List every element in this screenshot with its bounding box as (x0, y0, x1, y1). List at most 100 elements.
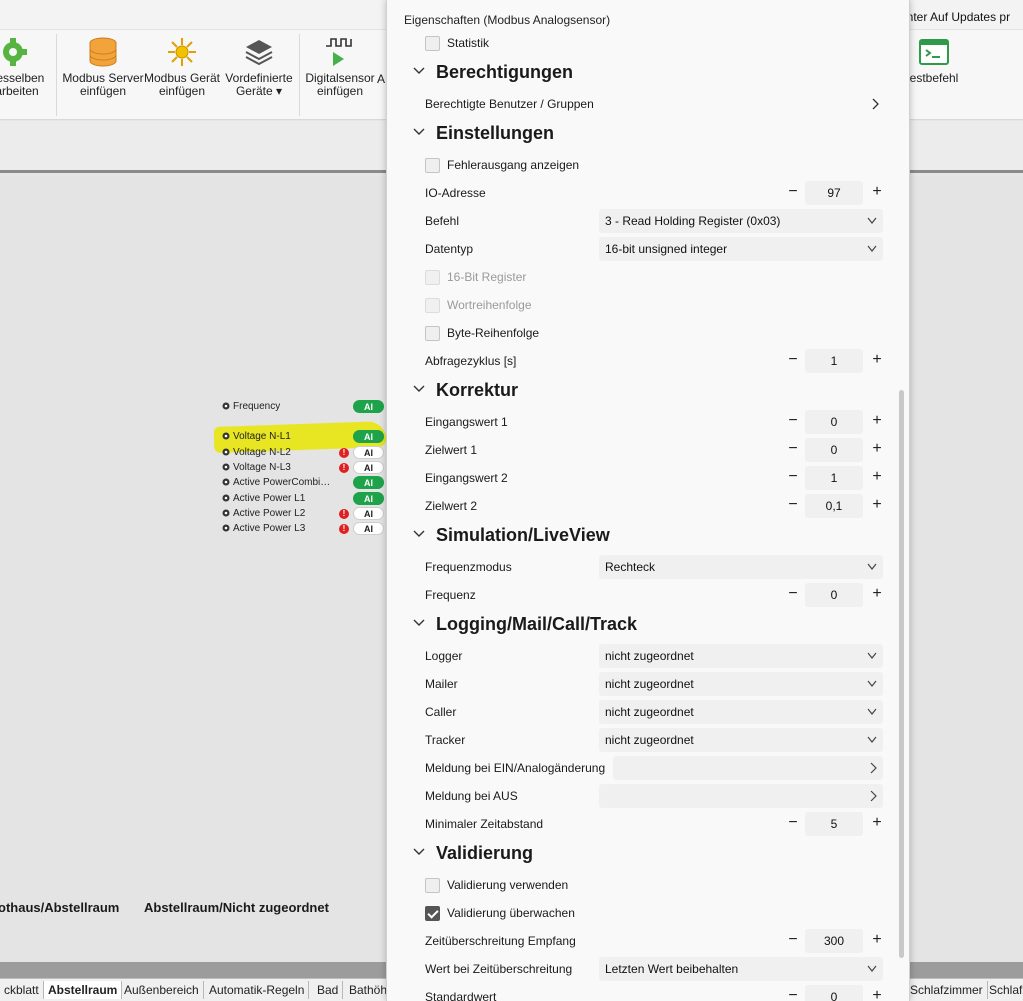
frequenzmodus-dropdown[interactable]: Rechteck (599, 555, 883, 579)
tab-automatik-regeln[interactable]: Automatik-Regeln (205, 981, 310, 999)
fehlerausgang-option[interactable]: Fehlerausgang anzeigen (425, 153, 885, 177)
fehlerausgang-checkbox[interactable] (425, 158, 440, 173)
sensor-row-frequency[interactable]: Frequency AI (217, 400, 385, 414)
console-icon (919, 39, 949, 65)
validierung-ueberwachen-option[interactable]: Validierung überwachen (425, 901, 885, 925)
tab-schlafz[interactable]: Schlafz (985, 981, 1023, 999)
top-right-menu[interactable]: enter Auf Updates pr (900, 10, 1010, 24)
warning-icon: ! (339, 509, 349, 519)
decrement-button[interactable]: − (785, 583, 801, 607)
decrement-button[interactable]: − (785, 438, 801, 462)
sensor-row-active-power-l2[interactable]: Active Power L2 ! AI (217, 507, 385, 521)
decrement-button[interactable]: − (785, 181, 801, 205)
decrement-button[interactable]: − (785, 812, 801, 836)
increment-button[interactable]: + (869, 181, 885, 205)
validierung-ueberwachen-checkbox[interactable] (425, 906, 440, 921)
minimaler-zeitabstand-input[interactable]: 5 (805, 812, 863, 836)
abfragezyklus-row: Abfragezyklus [s] − 1 + (425, 349, 885, 373)
mailer-row: Mailer nicht zugeordnet (425, 672, 885, 696)
chevron-down-icon (413, 530, 425, 537)
standardwert-row: Standardwert − 0 + (425, 985, 885, 1001)
increment-button[interactable]: + (869, 494, 885, 518)
chevron-down-icon (413, 619, 425, 626)
decrement-button[interactable]: − (785, 466, 801, 490)
chevron-right-icon (870, 790, 877, 802)
abfragezyklus-input[interactable]: 1 (805, 349, 863, 373)
decrement-button[interactable]: − (785, 929, 801, 953)
increment-button[interactable]: + (869, 349, 885, 373)
digital-sensor-insert-button[interactable]: Digitalsensor einfügen (302, 36, 378, 98)
io-adresse-input[interactable]: 97 (805, 181, 863, 205)
tab-schlafzimmer[interactable]: Schlafzimmer (906, 981, 988, 999)
statistik-option[interactable]: Statistik (425, 31, 885, 55)
io-adresse-row: IO-Adresse − 97 + (425, 181, 885, 205)
berechtigte-benutzer-row[interactable]: Berechtigte Benutzer / Gruppen (425, 92, 885, 116)
wert-bei-zeitueberschreitung-dropdown[interactable]: Letzten Wert beibehalten (599, 957, 883, 981)
validierung-verwenden-checkbox[interactable] (425, 878, 440, 893)
increment-button[interactable]: + (869, 985, 885, 1001)
sensor-row-active-power-l1[interactable]: Active Power L1 AI (217, 492, 385, 506)
tab-abstellraum[interactable]: Abstellraum (44, 981, 123, 999)
tab-bathoeh[interactable]: Bathöh (345, 981, 393, 999)
predefined-devices-button[interactable]: Vordefinierte Geräte ▾ (222, 36, 296, 98)
sensor-row-voltage-n-l3[interactable]: Voltage N-L3 ! AI (217, 461, 385, 475)
gear-icon (222, 402, 230, 410)
ai-badge: AI (353, 400, 384, 413)
increment-button[interactable]: + (869, 583, 885, 607)
logger-dropdown[interactable]: nicht zugeordnet (599, 644, 883, 668)
properties-panel: Eigenschaften (Modbus Analogsensor) Stat… (386, 0, 910, 1001)
tab-deckblatt[interactable]: ckblatt (0, 981, 44, 999)
increment-button[interactable]: + (869, 410, 885, 434)
zielwert1-input[interactable]: 0 (805, 438, 863, 462)
frequenz-input[interactable]: 0 (805, 583, 863, 607)
caller-dropdown[interactable]: nicht zugeordnet (599, 700, 883, 724)
statistik-checkbox[interactable] (425, 36, 440, 51)
meldung-ein-selector[interactable] (613, 756, 883, 780)
panel-scrollbar[interactable] (899, 390, 904, 958)
sensor-row-voltage-n-l2[interactable]: Voltage N-L2 ! AI (217, 446, 385, 460)
chevron-down-icon (413, 128, 425, 135)
eingangswert1-input[interactable]: 0 (805, 410, 863, 434)
zielwert2-input[interactable]: 0,1 (805, 494, 863, 518)
sensor-row-active-power-l3[interactable]: Active Power L3 ! AI (217, 522, 385, 536)
validierung-verwenden-option[interactable]: Validierung verwenden (425, 873, 885, 897)
modbus-server-insert-button[interactable]: Modbus Server einfügen (62, 36, 144, 98)
ai-badge: AI (353, 492, 384, 505)
decrement-button[interactable]: − (785, 985, 801, 1001)
modbus-device-insert-button[interactable]: Modbus Gerät einfügen (143, 36, 221, 98)
test-command-button[interactable]: estbefehl (906, 36, 962, 85)
tracker-dropdown[interactable]: nicht zugeordnet (599, 728, 883, 752)
increment-button[interactable]: + (869, 438, 885, 462)
standardwert-input[interactable]: 0 (805, 985, 863, 1001)
meldung-aus-row: Meldung bei AUS (425, 784, 885, 808)
warning-icon: ! (339, 463, 349, 473)
eingangswert2-input[interactable]: 1 (805, 466, 863, 490)
gear-icon (222, 509, 230, 517)
mailer-dropdown[interactable]: nicht zugeordnet (599, 672, 883, 696)
increment-button[interactable]: + (869, 812, 885, 836)
byte-reihenfolge-option[interactable]: Byte-Reihenfolge (425, 321, 885, 345)
chevron-down-icon (413, 385, 425, 392)
edit-same-button[interactable]: desselben arbeiten (0, 36, 48, 98)
befehl-dropdown[interactable]: 3 - Read Holding Register (0x03) (599, 209, 883, 233)
byte-reihenfolge-checkbox[interactable] (425, 326, 440, 341)
caller-row: Caller nicht zugeordnet (425, 700, 885, 724)
tab-bad[interactable]: Bad (313, 981, 344, 999)
increment-button[interactable]: + (869, 929, 885, 953)
warning-icon: ! (339, 448, 349, 458)
ai-badge: AI (353, 507, 384, 520)
decrement-button[interactable]: − (785, 494, 801, 518)
datentyp-dropdown[interactable]: 16-bit unsigned integer (599, 237, 883, 261)
meldung-aus-selector[interactable] (599, 784, 883, 808)
ai-badge: AI (353, 430, 384, 443)
16bit-register-option: 16-Bit Register (425, 265, 885, 289)
sensor-row-active-power-combined[interactable]: Active PowerCombi… AI (217, 476, 385, 490)
decrement-button[interactable]: − (785, 349, 801, 373)
zeitueberschreitung-input[interactable]: 300 (805, 929, 863, 953)
sensor-list: Frequency AI Voltage N-L1 AI Voltage N-L… (217, 398, 385, 538)
tab-aussenbereich[interactable]: Außenbereich (120, 981, 204, 999)
increment-button[interactable]: + (869, 466, 885, 490)
ribbon-separator (56, 34, 57, 116)
decrement-button[interactable]: − (785, 410, 801, 434)
sensor-row-voltage-n-l1[interactable]: Voltage N-L1 AI (217, 430, 385, 444)
